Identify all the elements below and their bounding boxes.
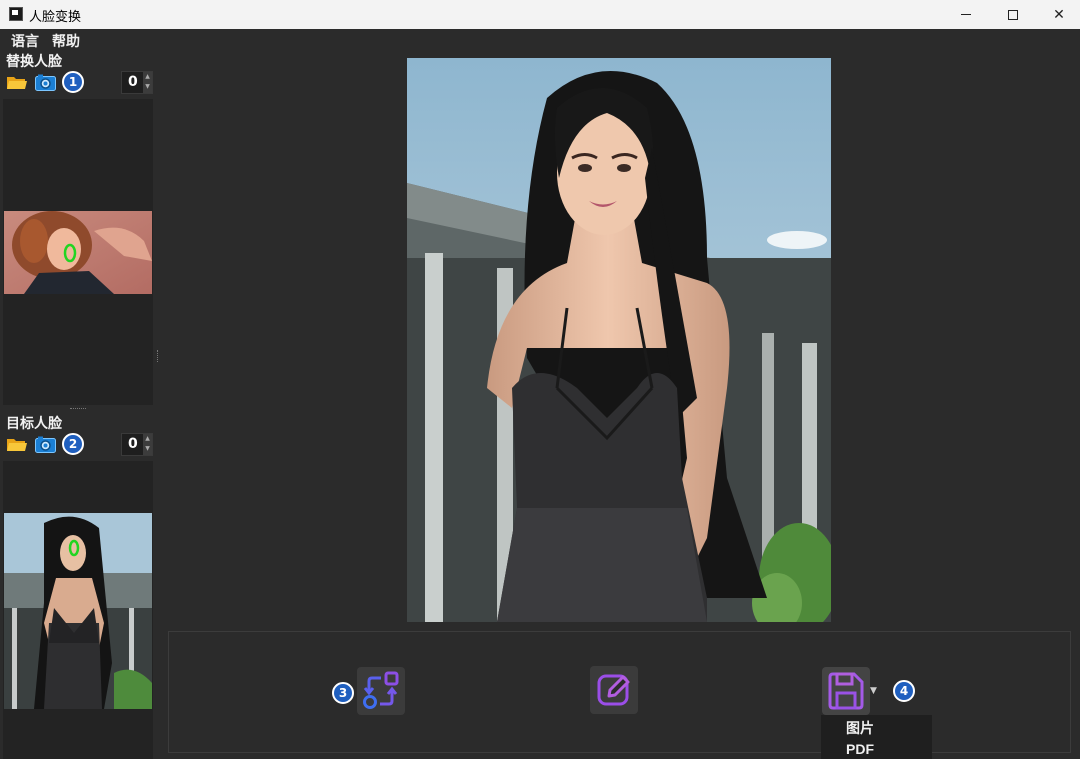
maximize-icon	[1008, 9, 1018, 20]
menu-language[interactable]: 语言	[11, 31, 39, 51]
target-faces-toolbar: 2 0 ▲ ▼	[5, 433, 155, 457]
badge-2: 2	[62, 433, 84, 455]
menu-help[interactable]: 帮助	[52, 31, 80, 51]
source-face-list	[3, 99, 153, 405]
close-icon: ✕	[1053, 6, 1065, 23]
save-icon	[828, 672, 864, 710]
app-icon	[9, 7, 23, 21]
spin-arrows[interactable]: ▲ ▼	[143, 72, 152, 93]
camera-icon[interactable]	[35, 436, 56, 453]
save-as-pdf-item[interactable]: PDF	[846, 741, 874, 757]
left-panel: 替换人脸 1 0 ▲ ▼ 目标人脸 2 0 ▲ ▼	[0, 51, 156, 759]
target-face-thumbnail[interactable]	[4, 513, 152, 709]
panel-splitter[interactable]	[70, 408, 86, 411]
save-button[interactable]	[822, 667, 870, 715]
swap-icon	[363, 671, 399, 709]
target-faces-title: 目标人脸	[6, 416, 62, 432]
badge-1: 1	[62, 71, 84, 93]
edit-icon	[597, 674, 630, 706]
minimize-icon	[961, 14, 971, 15]
camera-icon[interactable]	[35, 74, 56, 91]
badge-3: 3	[332, 682, 354, 704]
close-button[interactable]: ✕	[1036, 0, 1080, 29]
minimize-button[interactable]	[943, 0, 989, 29]
target-face-index-value: 0	[128, 436, 138, 452]
title-bar: 人脸变换 ✕	[0, 0, 1080, 29]
source-face-thumbnail[interactable]	[4, 211, 152, 294]
target-face-index-spinbox[interactable]: 0 ▲ ▼	[121, 433, 153, 456]
spin-arrows[interactable]: ▲ ▼	[143, 434, 152, 455]
badge-4: 4	[893, 680, 915, 702]
source-faces-toolbar: 1 0 ▲ ▼	[5, 71, 155, 95]
maximize-button[interactable]	[990, 0, 1036, 29]
save-dropdown-arrow-icon[interactable]: ▼	[870, 686, 877, 696]
target-face-list	[3, 461, 153, 759]
folder-open-icon[interactable]	[7, 437, 27, 452]
source-face-index-value: 0	[128, 74, 138, 90]
save-dropdown-menu: 图片 PDF	[821, 715, 932, 759]
window-title: 人脸变换	[29, 10, 82, 25]
folder-open-icon[interactable]	[7, 75, 27, 90]
vertical-splitter[interactable]	[157, 350, 159, 362]
menu-bar: 语言 帮助	[0, 29, 1080, 51]
swap-face-button[interactable]	[357, 667, 405, 715]
source-faces-title: 替换人脸	[6, 54, 62, 70]
edit-button[interactable]	[590, 666, 638, 714]
save-as-image-item[interactable]: 图片	[846, 718, 874, 738]
result-image	[407, 58, 831, 622]
source-face-index-spinbox[interactable]: 0 ▲ ▼	[121, 71, 153, 94]
